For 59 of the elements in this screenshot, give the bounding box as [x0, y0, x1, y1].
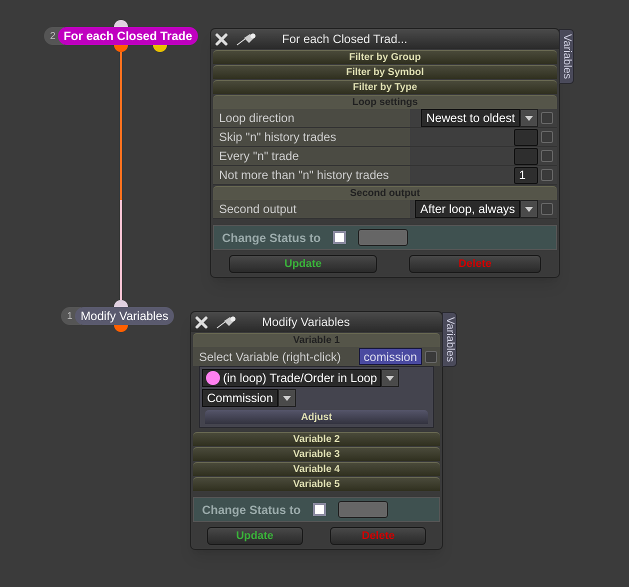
- input-port[interactable]: [114, 300, 128, 307]
- close-icon[interactable]: [195, 316, 208, 328]
- checkbox[interactable]: [425, 350, 437, 362]
- dropdown-arrow-button[interactable]: [520, 109, 538, 127]
- output-port[interactable]: [114, 325, 128, 332]
- filter-header[interactable]: Filter by Symbol: [213, 65, 557, 79]
- variable-tag[interactable]: comission: [358, 348, 422, 365]
- checkbox[interactable]: [312, 503, 326, 516]
- checkbox[interactable]: [332, 231, 346, 244]
- update-button[interactable]: Update: [206, 527, 303, 545]
- setting-label: Loop direction: [213, 109, 410, 127]
- window-title: Modify Variables: [262, 314, 350, 331]
- filter-header[interactable]: Filter by Type: [213, 80, 557, 94]
- window-title: For each Closed Trad...: [282, 31, 408, 48]
- node-label[interactable]: Modify Variables: [74, 307, 174, 325]
- close-icon[interactable]: [215, 32, 228, 46]
- caret-icon: [386, 376, 394, 380]
- input-port[interactable]: [114, 20, 128, 27]
- output-port[interactable]: [153, 45, 167, 52]
- variable-header[interactable]: Variable 5: [193, 477, 440, 491]
- variables-tab[interactable]: Variables: [442, 312, 457, 368]
- select-variable-label: Select Variable (right-click): [199, 348, 341, 366]
- setting-label: Second output: [213, 200, 410, 218]
- node-label[interactable]: For each Closed Trade: [58, 27, 198, 45]
- status-color-field[interactable]: [338, 501, 388, 518]
- caret-icon: [525, 116, 533, 120]
- variable-header[interactable]: Variable 3: [193, 447, 440, 461]
- setting-label: Skip "n" history trades: [213, 128, 410, 146]
- update-button[interactable]: Update: [229, 255, 377, 273]
- source-dropdown[interactable]: (in loop) Trade/Order in Loop: [202, 369, 382, 387]
- number-field[interactable]: 1: [514, 166, 538, 184]
- dropdown-field[interactable]: After loop, always: [415, 200, 520, 218]
- pin-icon[interactable]: [216, 315, 238, 329]
- variable-header[interactable]: Variable 4: [193, 462, 440, 476]
- setting-label: Every "n" trade: [213, 147, 410, 165]
- checkbox[interactable]: [541, 112, 553, 124]
- adjust-button[interactable]: Adjust: [205, 410, 428, 424]
- status-color-field[interactable]: [358, 229, 408, 246]
- filter-header[interactable]: Filter by Group: [213, 50, 557, 64]
- checkbox[interactable]: [541, 131, 553, 143]
- number-field[interactable]: [514, 148, 538, 164]
- change-status-label: Change Status to: [202, 502, 301, 518]
- property-dropdown[interactable]: Commission: [202, 389, 278, 407]
- checkbox[interactable]: [541, 169, 553, 181]
- dropdown-field[interactable]: Newest to oldest: [421, 109, 520, 127]
- dropdown-arrow-button[interactable]: [278, 389, 296, 407]
- dropdown-arrow-button[interactable]: [520, 200, 538, 218]
- variable-header[interactable]: Variable 2: [193, 432, 440, 446]
- variables-tab[interactable]: Variables: [559, 29, 574, 84]
- change-status-label: Change Status to: [222, 230, 321, 246]
- dropdown-arrow-button[interactable]: [381, 369, 400, 387]
- setting-label: Not more than "n" history trades: [213, 166, 410, 184]
- checkbox[interactable]: [541, 150, 553, 162]
- caret-icon: [283, 396, 292, 400]
- checkbox[interactable]: [541, 203, 553, 215]
- output-port[interactable]: [114, 45, 128, 52]
- caret-icon: [525, 206, 533, 212]
- pin-icon[interactable]: [236, 32, 258, 46]
- number-field[interactable]: [514, 128, 538, 146]
